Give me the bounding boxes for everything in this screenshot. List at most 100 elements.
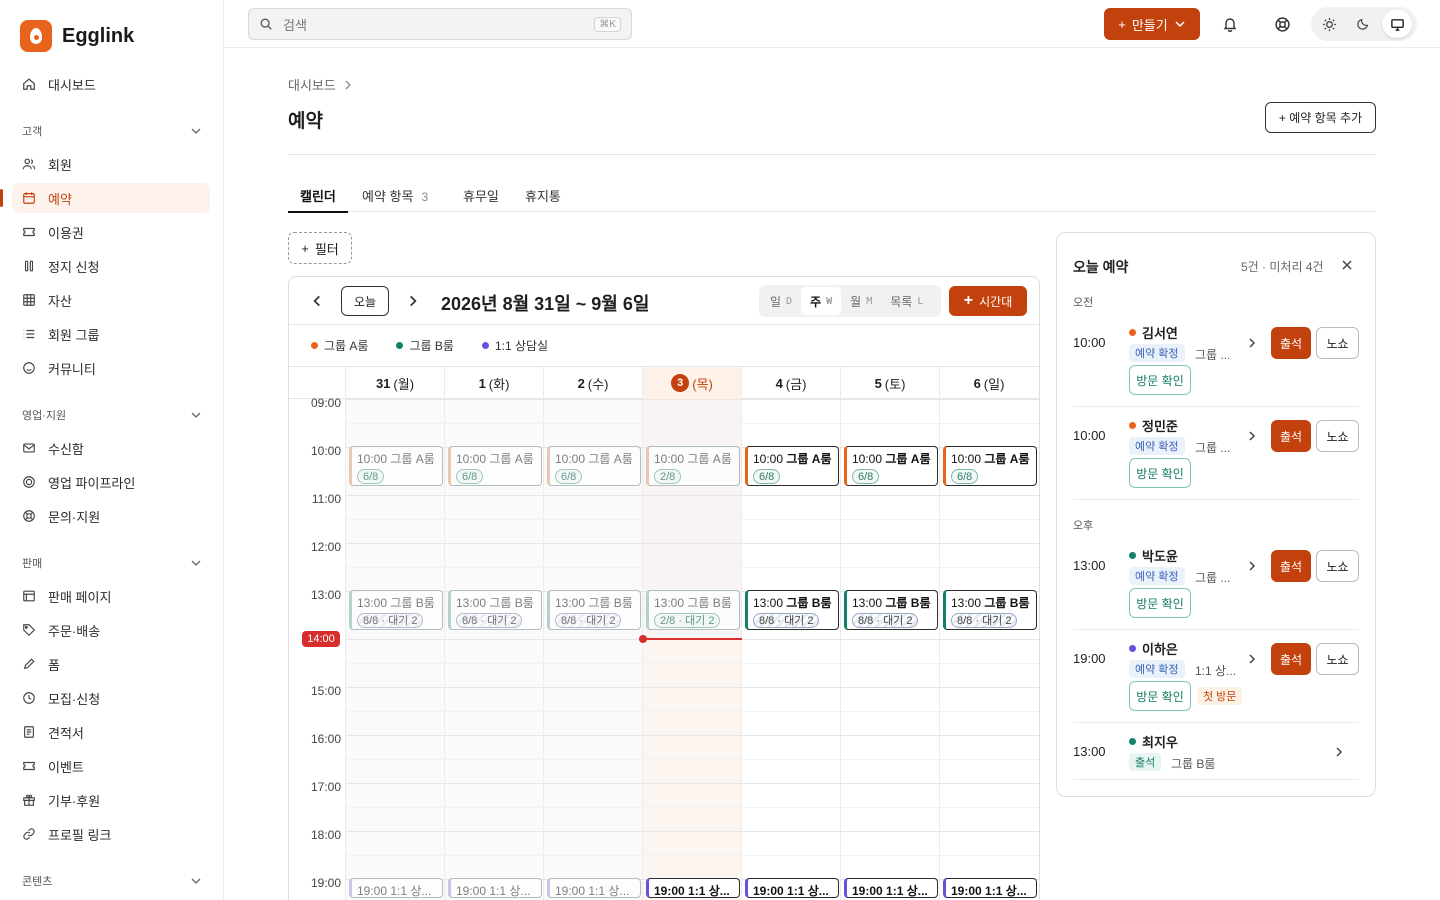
no-show-button[interactable]: 노쇼 [1316, 550, 1359, 582]
sidebar-item-pipeline[interactable]: 영업 파이프라인 [12, 467, 210, 497]
event-room-b[interactable]: 13:00 그룹 B룸 8/8 · 대기 2 [448, 590, 542, 630]
section-toggle-customers[interactable]: 고객 [22, 121, 202, 141]
event-room-b[interactable]: 13:00 그룹 B룸 8/8 · 대기 2 [844, 590, 938, 630]
legend-room-b[interactable]: 그룹 B룸 [396, 337, 454, 354]
event-room-b[interactable]: 13:00 그룹 B룸 2/8 · 대기 2 [646, 590, 740, 630]
chevron-right-icon[interactable] [1245, 559, 1259, 573]
chevron-right-icon[interactable] [1245, 336, 1259, 350]
brand-logo[interactable]: Egglink [20, 20, 134, 52]
visit-confirm-button[interactable]: 방문 확인 [1129, 458, 1191, 488]
no-show-button[interactable]: 노쇼 [1316, 643, 1359, 675]
section-toggle-content[interactable]: 콘텐츠 [22, 871, 202, 891]
monitor-icon[interactable] [1382, 10, 1412, 38]
visit-confirm-button[interactable]: 방문 확인 [1129, 681, 1191, 711]
sidebar-item-profile-link[interactable]: 프로필 링크 [12, 819, 210, 849]
attend-button[interactable]: 출석 [1271, 643, 1311, 675]
day-header[interactable]: 1 (화) [444, 367, 543, 399]
attend-button[interactable]: 출석 [1271, 327, 1311, 359]
sidebar-item-events[interactable]: 이벤트 [12, 751, 210, 781]
event-consult[interactable]: 19:00 1:1 상... [745, 878, 839, 898]
sidebar-item-member-groups[interactable]: 회원 그룹 [12, 319, 210, 349]
view-week[interactable]: 주W [801, 287, 842, 315]
sidebar-item-recruiting[interactable]: 모집·신청 [12, 683, 210, 713]
add-reservation-item-button[interactable]: + 예약 항목 추가 [1265, 102, 1376, 133]
day-header-today[interactable]: 3 (목) [642, 367, 741, 399]
sidebar-item-dashboard[interactable]: 대시보드 [12, 69, 210, 99]
create-button[interactable]: + 만들기 [1104, 8, 1200, 40]
reservation-row[interactable]: 10:00 정민준 예약 확정 그룹 ... 방문 확인 출석 노쇼 [1073, 408, 1359, 500]
tab-calendar[interactable]: 캘린더 [288, 186, 348, 213]
event-room-a[interactable]: 10:00 그룹 A룸 2/8 [646, 446, 740, 486]
event-room-b[interactable]: 13:00 그룹 B룸 8/8 · 대기 2 [547, 590, 641, 630]
today-button[interactable]: 오늘 [341, 286, 389, 316]
event-room-b[interactable]: 13:00 그룹 B룸 8/8 · 대기 2 [745, 590, 839, 630]
sidebar-item-members[interactable]: 회원 [12, 149, 210, 179]
view-month[interactable]: 월M [841, 287, 881, 315]
event-room-a[interactable]: 10:00 그룹 A룸 6/8 [943, 446, 1037, 486]
section-toggle-sales[interactable]: 판매 [22, 553, 202, 573]
sidebar-item-community[interactable]: 커뮤니티 [12, 353, 210, 383]
event-room-b[interactable]: 13:00 그룹 B룸 8/8 · 대기 2 [349, 590, 443, 630]
event-room-a[interactable]: 10:00 그룹 A룸 6/8 [349, 446, 443, 486]
view-list[interactable]: 목록 L [881, 287, 932, 315]
chevron-right-icon[interactable] [1245, 429, 1259, 443]
sidebar-item-passes[interactable]: 이용권 [12, 217, 210, 247]
tab-trash[interactable]: 휴지통 [525, 186, 561, 205]
event-consult[interactable]: 19:00 1:1 상... [448, 878, 542, 898]
visit-confirm-button[interactable]: 방문 확인 [1129, 365, 1191, 395]
sidebar-item-quotes[interactable]: 견적서 [12, 717, 210, 747]
sidebar-item-assets[interactable]: 자산 [12, 285, 210, 315]
day-header[interactable]: 4 (금) [741, 367, 840, 399]
sidebar-item-forms[interactable]: 폼 [12, 649, 210, 679]
tab-reservation-items[interactable]: 예약 항목 3 [362, 186, 428, 205]
attend-button[interactable]: 출석 [1271, 550, 1311, 582]
sidebar-item-support[interactable]: 문의·지원 [12, 501, 210, 531]
sun-icon[interactable] [1314, 10, 1344, 38]
reservation-row[interactable]: 13:00 박도윤 예약 확정 그룹 ... 방문 확인 출석 노쇼 [1073, 538, 1359, 630]
filter-button[interactable]: + 필터 [288, 232, 352, 264]
sidebar-item-donations[interactable]: 기부·후원 [12, 785, 210, 815]
help-lifebuoy-icon[interactable] [1272, 14, 1292, 34]
reservation-row[interactable]: 13:00 최지우 출석 그룹 B룸 [1073, 724, 1359, 780]
event-room-a[interactable]: 10:00 그룹 A룸 6/8 [844, 446, 938, 486]
sidebar-item-sales-page[interactable]: 판매 페이지 [12, 581, 210, 611]
event-room-a[interactable]: 10:00 그룹 A룸 6/8 [448, 446, 542, 486]
sidebar-item-reservations[interactable]: 예약 [0, 183, 210, 213]
legend-consult-room[interactable]: 1:1 상담실 [481, 337, 548, 354]
event-room-b[interactable]: 13:00 그룹 B룸 8/8 · 대기 2 [943, 590, 1037, 630]
legend-room-a[interactable]: 그룹 A룸 [311, 337, 368, 354]
reservation-row[interactable]: 10:00 김서연 예약 확정 그룹 ... 방문 확인 출석 노쇼 [1073, 315, 1359, 407]
event-room-a[interactable]: 10:00 그룹 A룸 6/8 [745, 446, 839, 486]
no-show-button[interactable]: 노쇼 [1316, 420, 1359, 452]
event-room-a[interactable]: 10:00 그룹 A룸 6/8 [547, 446, 641, 486]
moon-icon[interactable] [1348, 10, 1378, 38]
chevron-right-icon[interactable] [1245, 652, 1259, 666]
sidebar-item-orders[interactable]: 주문·배송 [12, 615, 210, 645]
tab-holidays[interactable]: 휴무일 [463, 186, 499, 205]
event-consult[interactable]: 19:00 1:1 상... [943, 878, 1037, 898]
event-consult[interactable]: 19:00 1:1 상... [646, 878, 740, 898]
day-header[interactable]: 31 (월) [345, 367, 444, 399]
sidebar-item-pause-requests[interactable]: 정지 신청 [12, 251, 210, 281]
view-day[interactable]: 일D [761, 287, 801, 315]
day-header[interactable]: 5 (토) [840, 367, 939, 399]
chevron-left-icon[interactable] [309, 293, 325, 309]
search-input[interactable]: 검색 ⌘K [248, 8, 632, 40]
close-icon[interactable] [1339, 257, 1355, 273]
section-toggle-sales-support[interactable]: 영업·지원 [22, 405, 202, 425]
day-header[interactable]: 6 (일) [939, 367, 1038, 399]
event-consult[interactable]: 19:00 1:1 상... [547, 878, 641, 898]
day-header[interactable]: 2 (수) [543, 367, 642, 399]
attend-button[interactable]: 출석 [1271, 420, 1311, 452]
no-show-button[interactable]: 노쇼 [1316, 327, 1359, 359]
visit-confirm-button[interactable]: 방문 확인 [1129, 588, 1191, 618]
chevron-right-icon[interactable] [405, 293, 421, 309]
chevron-right-icon[interactable] [1332, 745, 1346, 759]
breadcrumb-dashboard[interactable]: 대시보드 [288, 75, 336, 94]
sidebar-item-inbox[interactable]: 수신함 [12, 433, 210, 463]
bell-icon[interactable] [1220, 14, 1240, 34]
add-timeblock-button[interactable]: + 시간대 [949, 286, 1027, 316]
reservation-row[interactable]: 19:00 이하은 예약 확정 1:1 상... 방문 확인 첫 방문 출석 노… [1073, 631, 1359, 723]
event-consult[interactable]: 19:00 1:1 상... [349, 878, 443, 898]
event-consult[interactable]: 19:00 1:1 상... [844, 878, 938, 898]
